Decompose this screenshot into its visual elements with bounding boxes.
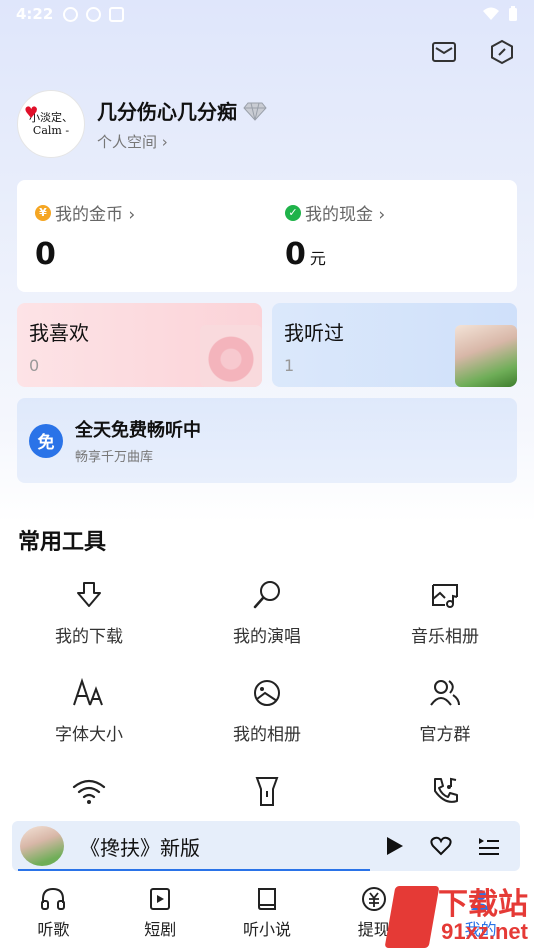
tab-listen-songs[interactable]: 听歌 [0, 876, 107, 950]
gold-coin-icon: ¥ [35, 204, 51, 221]
video-icon [147, 886, 173, 912]
headphones-icon [40, 886, 66, 912]
k-app-icon [63, 6, 79, 22]
photo-album-icon [250, 676, 284, 710]
banner-subtitle: 畅享千万曲库 [75, 450, 154, 465]
user-name: 几分伤心几分痴 [97, 100, 237, 124]
pinwheel-icon [86, 6, 102, 22]
status-notification-icons [63, 6, 125, 22]
settings-icon[interactable] [488, 38, 516, 66]
status-time: 4:22 [16, 5, 54, 23]
cash-icon: ✓ [285, 204, 301, 221]
player-cover[interactable] [20, 826, 64, 866]
withdraw-icon [361, 886, 387, 912]
player-progress [18, 869, 370, 871]
a-app-icon [109, 6, 125, 22]
wallet-card: ¥ 我的金币 › 0 ✓ 我的现金 › 0元 [17, 180, 517, 292]
status-bar: 4:22 [0, 0, 534, 28]
battery-icon [509, 6, 517, 21]
message-icon[interactable] [430, 38, 458, 66]
music-album-icon [428, 578, 462, 612]
site-watermark: 下载站 91xz.net [384, 886, 528, 948]
cash-value: 0 [285, 237, 306, 272]
tab-audiobook[interactable]: 听小说 [214, 876, 321, 950]
cash[interactable]: ✓ 我的现金 › 0元 [267, 180, 517, 292]
tools-grid: 我的下载 我的演唱 音乐相册 字体大小 我的相册 官方群 [0, 578, 534, 850]
history-tile[interactable]: 我听过 1 [272, 303, 517, 387]
microphone-icon [250, 578, 284, 612]
tab-label: 短剧 [144, 920, 177, 939]
gold-coins[interactable]: ¥ 我的金币 › 0 [17, 180, 267, 292]
gold-label: 我的金币 › [55, 205, 136, 225]
tab-label: 提现 [357, 920, 390, 939]
tools-section-title: 常用工具 [18, 530, 107, 555]
watermark-text-1: 下载站 [438, 886, 528, 922]
wifi-icon [483, 7, 499, 20]
personal-space-link[interactable]: 个人空间 › [97, 131, 267, 152]
profile-header[interactable]: ♥ 小淡定、 Calm - 几分伤心几分痴 个人空间 › [17, 90, 267, 158]
playlist-icon[interactable] [478, 836, 500, 856]
cash-unit: 元 [309, 249, 326, 268]
tool-music-album[interactable]: 音乐相册 [356, 578, 534, 654]
phone-music-icon [428, 774, 462, 808]
tool-label: 字体大小 [55, 725, 123, 745]
tool-label: 我的演唱 [233, 627, 301, 647]
tool-official-group[interactable]: 官方群 [356, 676, 534, 752]
font-size-icon [72, 676, 106, 710]
mini-player[interactable]: 《搀扶》新版 [12, 821, 520, 871]
tab-label: 听小说 [242, 920, 291, 939]
download-icon [72, 578, 106, 612]
avatar[interactable]: ♥ 小淡定、 Calm - [17, 90, 85, 158]
watermark-text-2: 91xz.net [441, 918, 528, 944]
tool-label: 我的下载 [55, 627, 123, 647]
history-thumbnail [455, 325, 517, 387]
book-icon [254, 886, 280, 912]
gold-value: 0 [35, 237, 56, 272]
cash-label: 我的现金 › [305, 205, 386, 225]
watermark-logo [384, 886, 440, 948]
tool-label: 官方群 [419, 725, 471, 745]
group-icon [428, 676, 462, 710]
collection-tiles: 我喜欢 0 我听过 1 [17, 303, 517, 387]
favorites-tile[interactable]: 我喜欢 0 [17, 303, 262, 387]
banner-title: 全天免费畅听中 [75, 420, 201, 441]
heart-icon: ♥ [24, 103, 39, 122]
tab-short-drama[interactable]: 短剧 [107, 876, 214, 950]
tool-sing[interactable]: 我的演唱 [178, 578, 356, 654]
disc-thumbnail [200, 325, 262, 387]
tool-label: 我的相册 [233, 725, 301, 745]
flashlight-icon [250, 774, 284, 808]
avatar-text-2: Calm - [32, 124, 70, 137]
tool-font-size[interactable]: 字体大小 [0, 676, 178, 752]
tool-label: 音乐相册 [411, 627, 479, 647]
free-badge-icon: 免 [29, 423, 63, 458]
tool-download[interactable]: 我的下载 [0, 578, 178, 654]
tool-photo-album[interactable]: 我的相册 [178, 676, 356, 752]
tab-label: 听歌 [37, 920, 70, 939]
heart-outline-icon[interactable] [430, 836, 452, 856]
diamond-icon [243, 102, 267, 121]
player-song-title: 《搀扶》新版 [80, 835, 200, 860]
play-icon[interactable] [386, 836, 404, 856]
wifi-tool-icon [72, 774, 106, 808]
free-listening-banner[interactable]: 免 全天免费畅听中 畅享千万曲库 [17, 398, 517, 483]
